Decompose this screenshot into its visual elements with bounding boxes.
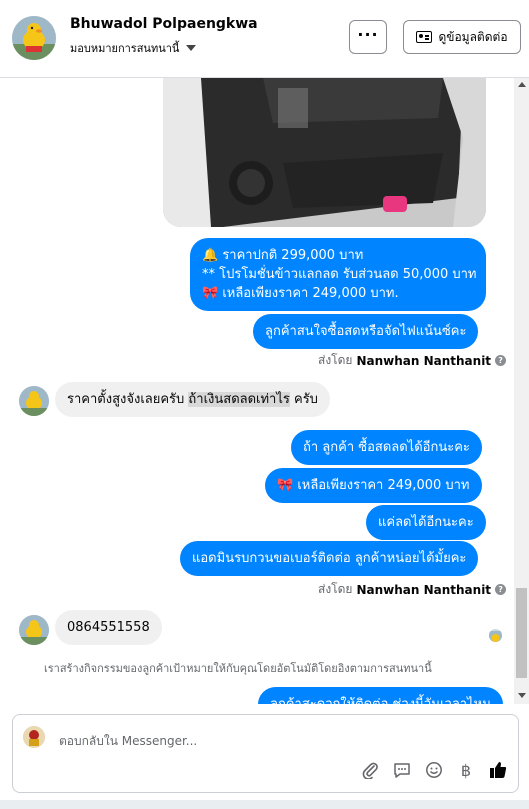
assign-conversation-dropdown[interactable]: มอบหมายการสนทนานี้ xyxy=(70,39,197,57)
window-bottom-edge xyxy=(0,800,529,809)
outgoing-message[interactable]: 🔔 ราคาปกติ 299,000 บาท ** โปรโมชั่นข้าวแ… xyxy=(190,238,486,311)
message-text: ครับ xyxy=(289,392,318,407)
sent-by-name[interactable]: Nanwhan Nanthanit xyxy=(356,583,491,597)
message-line: ** โปรโมชั่นข้าวแลกลด รับส่วนลด 50,000 บ… xyxy=(202,267,477,282)
scroll-thumb[interactable] xyxy=(516,588,527,678)
scroll-down-arrow[interactable] xyxy=(518,693,526,698)
seen-avatar xyxy=(489,629,502,642)
message-line: 🎀 เหลือเพียงราคา 249,000 บาท. xyxy=(202,286,399,301)
reply-input[interactable]: ตอบกลับใน Messenger... xyxy=(59,732,197,751)
question-icon[interactable]: ? xyxy=(495,355,507,366)
scroll-up-arrow[interactable] xyxy=(518,82,526,87)
thumbs-up-icon[interactable] xyxy=(487,759,509,781)
customer-avatar-small[interactable] xyxy=(19,615,49,645)
emoji-icon[interactable] xyxy=(423,759,445,781)
outgoing-message[interactable]: ถ้า ลูกค้า ซื้อสดลดได้อีกนะคะ xyxy=(291,430,482,465)
reply-composer[interactable]: ตอบกลับใน Messenger... ฿ xyxy=(12,714,519,793)
sent-by-label: ส่งโดย Nanwhan Nanthanit ? xyxy=(318,351,507,370)
chevron-down-icon xyxy=(186,45,197,51)
message-line: 🔔 ราคาปกติ 299,000 บาท xyxy=(202,248,364,263)
page-avatar xyxy=(23,726,45,748)
question-icon[interactable]: ? xyxy=(495,584,507,595)
chat-bubble-icon[interactable] xyxy=(391,759,413,781)
scrollbar[interactable] xyxy=(514,78,529,704)
customer-name[interactable]: Bhuwadol Polpaengkwa xyxy=(70,16,258,32)
paperclip-icon[interactable] xyxy=(359,759,381,781)
sent-by-name[interactable]: Nanwhan Nanthanit xyxy=(356,354,491,368)
sent-by-label: ส่งโดย Nanwhan Nanthanit ? xyxy=(318,580,507,599)
customer-avatar[interactable] xyxy=(12,16,56,60)
outgoing-message[interactable]: แอดมินรบกวนขอเบอร์ติดต่อ ลูกค้าหน่อยได้ม… xyxy=(180,541,479,576)
sent-by-prefix: ส่งโดย xyxy=(318,353,353,367)
assign-conversation-label: มอบหมายการสนทนานี้ xyxy=(70,42,180,55)
message-list[interactable]: 🔔 ราคาปกติ 299,000 บาท ** โปรโมชั่นข้าวแ… xyxy=(0,78,514,704)
outgoing-message[interactable]: ลูกค้าสนใจซื้อสดหรือจัดไฟแน้นซ์คะ xyxy=(253,314,479,349)
currency-icon[interactable]: ฿ xyxy=(455,759,477,781)
customer-avatar-small[interactable] xyxy=(19,386,49,416)
message-text: ราคาตั้งสูงจังเลยครับ xyxy=(67,392,189,407)
sent-by-prefix: ส่งโดย xyxy=(318,582,353,596)
outgoing-message[interactable]: 🎀 เหลือเพียงราคา 249,000 บาท xyxy=(265,468,482,503)
outgoing-message[interactable]: แค่ลดได้อีกนะคะ xyxy=(366,505,486,540)
car-door-photo[interactable] xyxy=(163,78,486,227)
more-icon: ··· xyxy=(357,25,379,44)
incoming-message[interactable]: ราคาตั้งสูงจังเลยครับ ถ้าเงินสดลดเท่าไร … xyxy=(55,382,330,417)
contact-card-icon xyxy=(416,31,433,43)
outgoing-message[interactable]: ลูกค้าสะดวกให้ติดต่อ ช่วงนี้วันเวลาไหน xyxy=(258,687,504,704)
incoming-message[interactable]: 0864551558 xyxy=(55,610,162,645)
highlighted-text: ถ้าเงินสดลดเท่าไร xyxy=(188,392,290,407)
conversation-header: Bhuwadol Polpaengkwa มอบหมายการสนทนานี้ … xyxy=(0,0,529,78)
activity-notice: เราสร้างกิจกรรมของลูกค้าเป้าหมายให้กับคุ… xyxy=(44,662,432,675)
more-options-button[interactable]: ··· xyxy=(349,20,387,54)
view-contact-button[interactable]: ดูข้อมูลติดต่อ xyxy=(403,20,521,54)
view-contact-label: ดูข้อมูลติดต่อ xyxy=(438,29,508,44)
